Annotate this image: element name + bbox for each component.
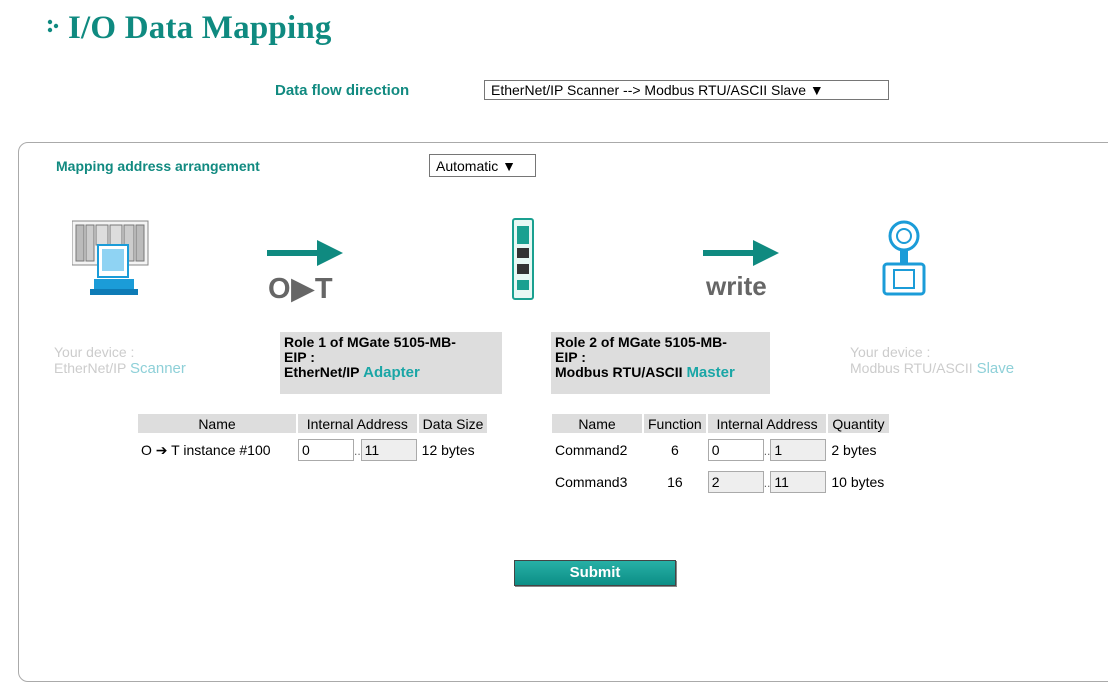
right-device-text: Your device : Modbus RTU/ASCII Slave <box>850 344 1015 377</box>
arrow2-caption: write <box>706 271 767 301</box>
master-mapping-table: Name Function Internal Address Quantity … <box>550 412 891 499</box>
plc-computer-icon <box>71 219 152 302</box>
table-row: O ➔ T instance #100 .. 12 bytes <box>138 435 487 465</box>
mapping-arrangement-label: Mapping address arrangement <box>56 158 260 174</box>
col-name: Name <box>138 414 296 433</box>
address-from-input[interactable] <box>298 439 354 461</box>
col-data-size: Data Size <box>418 414 488 433</box>
submit-button[interactable]: Submit <box>514 560 676 586</box>
bullet-dots-icon <box>46 8 68 45</box>
mapping-arrangement-select[interactable]: Automatic ▼ <box>429 154 536 177</box>
address-to-input[interactable] <box>770 439 827 461</box>
col-internal-address: Internal Address <box>298 414 417 433</box>
flowmeter-icon <box>880 220 928 301</box>
data-flow-label: Data flow direction <box>275 82 410 99</box>
mgate-device-icon <box>512 218 534 303</box>
arrow-right-icon <box>703 240 779 269</box>
page-title: I/O Data Mapping <box>46 10 332 47</box>
address-from-input[interactable] <box>707 439 764 461</box>
data-flow-select[interactable]: EtherNet/IP Scanner --> Modbus RTU/ASCII… <box>484 80 889 100</box>
address-from-input[interactable] <box>707 471 764 493</box>
left-device-text: Your device : EtherNet/IP Scanner <box>54 344 186 377</box>
arrow1-caption: O▶T <box>268 273 334 305</box>
col-internal-address: Internal Address <box>707 414 827 433</box>
col-name: Name <box>552 414 642 433</box>
table-row: Command2 6 .. 2 bytes <box>552 435 889 465</box>
table-row: Command3 16 .. 10 bytes <box>552 467 889 497</box>
address-to-input[interactable] <box>360 439 417 461</box>
role1-box: Role 1 of MGate 5105-MB- EIP : EtherNet/… <box>280 332 502 394</box>
role2-box: Role 2 of MGate 5105-MB- EIP : Modbus RT… <box>551 332 770 394</box>
col-quantity: Quantity <box>828 414 889 433</box>
col-function: Function <box>644 414 706 433</box>
arrow-right-icon <box>267 240 343 269</box>
adapter-mapping-table: Name Internal Address Data Size O ➔ T in… <box>136 412 489 467</box>
address-to-input[interactable] <box>770 471 827 493</box>
